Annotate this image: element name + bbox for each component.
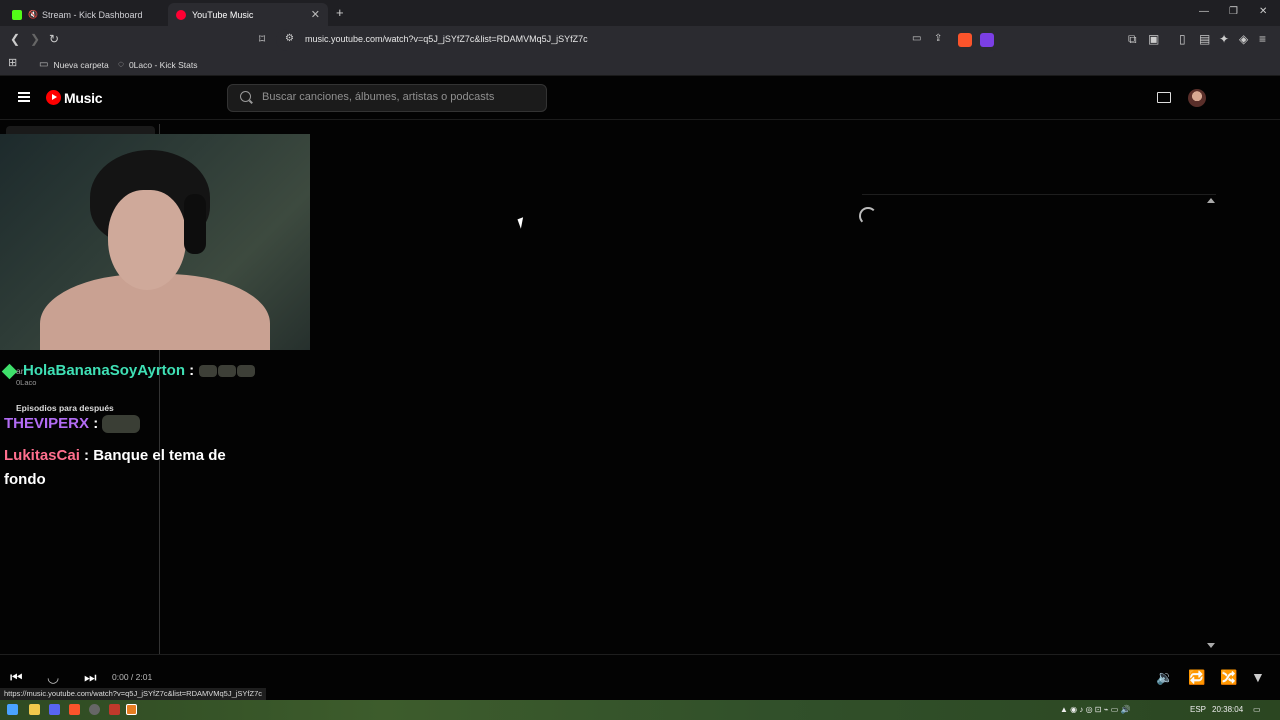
- youtube-music-page: Music ar 0Laco Episodios para después Ho…: [0, 76, 1280, 700]
- sidebar-playlist-episodes[interactable]: Episodios para después: [16, 403, 114, 413]
- kick-favicon-icon: [12, 9, 22, 20]
- status-url: https://music.youtube.com/watch?v=q5J_jS…: [0, 688, 267, 700]
- cast-icon[interactable]: [1157, 92, 1171, 103]
- chat-message: THEVIPERX :: [4, 415, 141, 434]
- stats-icon: ◌: [118, 59, 124, 70]
- url-text[interactable]: music.youtube.com/watch?v=q5J_jSYfZ7c&li…: [305, 34, 588, 44]
- caret-up-icon[interactable]: [1207, 198, 1215, 203]
- maximize-button[interactable]: ❐: [1229, 6, 1238, 17]
- start-icon[interactable]: [7, 704, 18, 715]
- language-indicator[interactable]: ESP: [1190, 705, 1206, 714]
- browser-window: 🔇 Stream - Kick Dashboard YouTube Music …: [0, 0, 1280, 720]
- loading-play-icon[interactable]: ◡: [47, 669, 59, 686]
- minecraft-icon[interactable]: [126, 704, 137, 715]
- youtube-music-favicon-icon: [176, 9, 186, 20]
- cast-page-icon[interactable]: ▭: [912, 33, 921, 44]
- extensions-icon[interactable]: ⧉: [1128, 32, 1137, 47]
- chat-message: HolaBananaSoyAyrton :: [1, 362, 256, 379]
- tab-strip: 🔇 Stream - Kick Dashboard YouTube Music …: [0, 0, 1280, 26]
- loading-spinner-icon: [859, 207, 877, 225]
- ytmusic-header: Music: [0, 76, 1280, 120]
- tab-search-icon[interactable]: ▣: [1148, 32, 1159, 46]
- taskbar: ▲ ◉ ♪ ◎ ⊡ ⌁ ▭ 🔊 ESP 20:38:04 ▭: [0, 700, 1280, 720]
- forward-icon[interactable]: ❯: [30, 32, 40, 46]
- search-icon: [240, 91, 251, 102]
- sidebar-channel-name[interactable]: 0Laco: [16, 378, 36, 387]
- search-box[interactable]: [227, 84, 547, 112]
- sidebar-icon[interactable]: ▯: [1179, 32, 1186, 46]
- emote: [102, 415, 141, 434]
- ytmusic-logo-text[interactable]: Music: [64, 90, 102, 106]
- chat-username: LukitasCai: [4, 447, 80, 464]
- volume-icon[interactable]: 🔉: [1156, 669, 1173, 686]
- chat-username: THEVIPERX: [4, 415, 90, 432]
- back-icon[interactable]: ❮: [10, 32, 20, 46]
- repeat-icon[interactable]: 🔁: [1188, 669, 1205, 686]
- menu-icon[interactable]: ≡: [1259, 32, 1266, 46]
- expand-player-icon[interactable]: ▼: [1251, 669, 1265, 685]
- obs-icon[interactable]: [89, 704, 100, 715]
- tab-title: Stream - Kick Dashboard: [41, 9, 143, 20]
- search-input[interactable]: [262, 91, 532, 103]
- brave-rewards-icon[interactable]: [980, 33, 994, 47]
- close-window-button[interactable]: ✕: [1259, 6, 1267, 17]
- clock[interactable]: 20:38:04: [1212, 705, 1243, 714]
- discord-icon[interactable]: [49, 704, 60, 715]
- youtube-music-logo-icon[interactable]: [46, 90, 61, 105]
- webcam-overlay: [0, 134, 310, 350]
- bookmarks-bar: ⊞ ▭ Nueva carpeta ◌ 0Laco - Kick Stats: [0, 54, 1280, 76]
- brave-shields-icon[interactable]: [958, 33, 972, 47]
- muted-speaker-icon[interactable]: 🔇: [28, 10, 38, 19]
- caret-down-icon[interactable]: [1207, 643, 1215, 648]
- close-tab-icon[interactable]: ✕: [311, 8, 320, 21]
- browser-toolbar: ❮ ❯ ↻ ⌑ ⚙ music.youtube.com/watch?v=q5J_…: [0, 26, 1280, 54]
- bookmark-nueva-carpeta[interactable]: ▭ Nueva carpeta: [39, 59, 109, 70]
- previous-track-icon[interactable]: ⏮: [10, 669, 23, 686]
- bookmark-icon[interactable]: ⌑: [259, 32, 265, 46]
- playback-time: 0:00 / 2:01: [112, 672, 153, 682]
- avatar[interactable]: [1188, 89, 1206, 107]
- site-settings-icon[interactable]: ⚙: [285, 33, 294, 44]
- tab-youtube-music[interactable]: YouTube Music ✕: [168, 3, 328, 26]
- emote-group: [198, 362, 256, 379]
- share-icon[interactable]: ⇪: [934, 33, 942, 44]
- leo-ai-icon[interactable]: ✦: [1219, 32, 1229, 46]
- tray-icons[interactable]: ▲ ◉ ♪ ◎ ⊡ ⌁ ▭ 🔊: [1060, 705, 1130, 714]
- next-track-icon[interactable]: ⏭: [84, 669, 97, 686]
- app-icon[interactable]: [109, 704, 120, 715]
- headset-icon: [184, 194, 206, 254]
- new-tab-button[interactable]: +: [336, 5, 344, 20]
- shuffle-icon[interactable]: 🔀: [1220, 669, 1237, 686]
- vpn-icon[interactable]: ◈: [1239, 32, 1248, 46]
- bookmark-kick-stats[interactable]: ◌ 0Laco - Kick Stats: [118, 59, 197, 70]
- address-bar[interactable]: ⚙ music.youtube.com/watch?v=q5J_jSYfZ7c&…: [276, 29, 1000, 51]
- tab-kick-dashboard[interactable]: 🔇 Stream - Kick Dashboard: [4, 3, 166, 26]
- mouse-cursor-icon: [517, 217, 527, 229]
- wallet-icon[interactable]: ▤: [1199, 32, 1210, 46]
- sidebar-item[interactable]: [6, 126, 155, 134]
- diamond-badge-icon: [1, 363, 18, 379]
- chat-message: LukitasCai : Banque el tema de fondo: [4, 447, 226, 488]
- brave-icon[interactable]: [69, 704, 80, 715]
- queue-panel-divider: [862, 194, 1216, 195]
- webcam-face: [108, 190, 186, 290]
- minimize-button[interactable]: —: [1199, 6, 1209, 17]
- chat-username: HolaBananaSoyAyrton: [23, 362, 185, 379]
- folder-icon: ▭: [39, 59, 49, 70]
- file-explorer-icon[interactable]: [29, 704, 40, 715]
- reload-icon[interactable]: ↻: [49, 32, 59, 46]
- notifications-icon[interactable]: ▭: [1253, 705, 1261, 714]
- tab-title: YouTube Music: [192, 9, 254, 20]
- hamburger-menu-icon[interactable]: [18, 92, 30, 102]
- apps-grid-icon[interactable]: ⊞: [8, 56, 17, 69]
